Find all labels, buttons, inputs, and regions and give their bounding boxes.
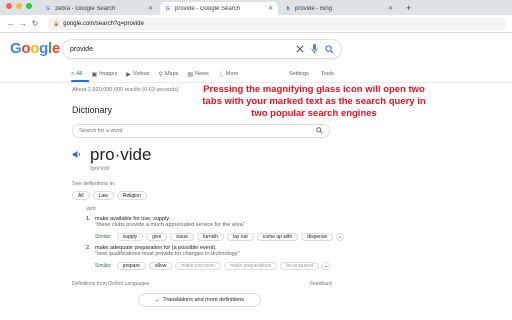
dictionary-heading: Dictionary — [72, 105, 113, 115]
definition-chips: All Law Religion — [72, 191, 147, 200]
sense-example: "new qualifications must provide for cha… — [95, 251, 240, 257]
close-window-button[interactable] — [6, 2, 12, 9]
microphone-icon[interactable] — [311, 44, 318, 54]
similar-chip[interactable]: dispense — [301, 233, 334, 241]
google-logo[interactable]: Google — [10, 40, 60, 57]
tab-label: News — [195, 71, 209, 77]
feedback-link[interactable]: Feedback — [310, 281, 332, 287]
browser-chrome: G zebra - Google Search ✕ G provide - Go… — [0, 0, 512, 33]
similar-chip[interactable]: give — [146, 233, 168, 241]
tab-news[interactable]: ▤ News — [187, 71, 208, 78]
google-g-icon: G — [46, 5, 50, 12]
tab-title: provide - Google Search — [175, 5, 241, 12]
close-tab-icon[interactable]: ✕ — [388, 5, 393, 12]
see-definitions-label: See definitions in: — [72, 181, 116, 187]
sense-number: 1. — [86, 216, 91, 222]
more-definitions-button[interactable]: ⌄ Translations and more definitions — [138, 293, 261, 307]
chevron-down-icon[interactable]: ⌄ — [322, 262, 331, 270]
nav-divider — [0, 82, 512, 83]
tab-label: All — [76, 71, 83, 77]
similar-chip[interactable]: furnish — [197, 233, 225, 241]
tab-label: Images — [99, 71, 118, 77]
similar-chip[interactable]: make preparations — [223, 262, 278, 270]
close-tab-icon[interactable]: ✕ — [148, 5, 153, 12]
tab-images[interactable]: ▣ Images — [92, 71, 118, 78]
news-icon: ▤ — [187, 71, 194, 78]
reload-icon[interactable]: ↻ — [29, 19, 41, 28]
search-icon: ⌕ — [71, 70, 75, 77]
similar-chip[interactable]: make provision — [175, 262, 221, 270]
settings-link[interactable]: Settings — [289, 71, 309, 77]
definitions-source[interactable]: Definitions from Oxford Languages — [72, 281, 149, 287]
address-bar[interactable]: 🔒 google.com/search?q=provide — [47, 17, 507, 30]
tab-label: More — [225, 71, 239, 77]
similar-chip[interactable]: lay out — [227, 233, 254, 241]
url-text: google.com/search?q=provide — [63, 20, 144, 27]
tab-all[interactable]: ⌕ All — [71, 71, 83, 78]
map-pin-icon: ⚲ — [158, 71, 163, 78]
word-search-box[interactable]: Search for a word — [72, 124, 330, 138]
browser-toolbar: ← → ↻ 🔒 google.com/search?q=provide — [0, 15, 512, 33]
video-icon: ▶ — [126, 71, 131, 78]
google-g-icon: G — [166, 5, 170, 12]
chevron-down-icon: ⌄ — [154, 297, 160, 303]
similar-row-1: Similar: supply give issue furnish lay o… — [95, 233, 345, 241]
search-icon[interactable] — [316, 126, 323, 136]
window-controls — [0, 0, 40, 15]
phonetic: /prə'vīd/ — [90, 166, 110, 172]
lock-icon: 🔒 — [53, 20, 60, 27]
search-icon[interactable] — [325, 44, 334, 54]
sense-number: 2. — [86, 245, 91, 251]
tab-provide-bing[interactable]: b provide - Bing ✕ — [280, 2, 398, 15]
search-box[interactable]: provide — [62, 39, 342, 59]
similar-label: Similar: — [95, 234, 112, 240]
more-vertical-icon: ⋮ — [217, 71, 224, 78]
sense-example: "these clubs provide a much appreciated … — [95, 222, 245, 228]
tab-title: provide - Bing — [295, 5, 333, 12]
tab-more[interactable]: ⋮ More — [218, 71, 239, 78]
zoom-window-button[interactable] — [26, 2, 32, 9]
chip-all[interactable]: All — [72, 191, 90, 200]
chip-law[interactable]: Law — [92, 191, 114, 200]
minimize-window-button[interactable] — [16, 2, 22, 9]
clear-icon[interactable] — [296, 45, 304, 53]
bing-b-icon: b — [286, 5, 290, 12]
similar-label: Similar: — [95, 263, 112, 269]
tab-label: Videos — [132, 71, 150, 77]
chevron-down-icon[interactable]: ⌄ — [336, 233, 345, 241]
tools-link[interactable]: Tools — [321, 71, 334, 77]
similar-chip[interactable]: prepare — [116, 262, 146, 270]
similar-chip[interactable]: supply — [116, 233, 144, 241]
tab-maps[interactable]: ⚲ Maps — [159, 71, 179, 78]
tab-provide-google[interactable]: G provide - Google Search ✕ — [160, 2, 278, 15]
tab-label: Maps — [164, 71, 179, 77]
image-icon: ▣ — [91, 71, 98, 78]
similar-row-2: Similar: prepare allow make provision ma… — [95, 262, 331, 270]
word-search-input[interactable]: Search for a word — [79, 128, 316, 134]
result-stats: About 2,920,000,000 results (0.63 second… — [72, 87, 179, 93]
search-tools: Settings Tools — [289, 68, 346, 80]
similar-chip[interactable]: allow — [148, 262, 173, 270]
google-header: Google provide — [0, 33, 512, 65]
speaker-icon[interactable] — [72, 150, 81, 161]
headword: pro·vide — [90, 145, 152, 164]
tab-strip: G zebra - Google Search ✕ G provide - Go… — [0, 0, 512, 15]
tab-title: zebra - Google Search — [55, 5, 116, 12]
more-definitions-label: Translations and more definitions — [163, 297, 244, 303]
chip-religion[interactable]: Religion — [116, 191, 147, 200]
close-tab-icon[interactable]: ✕ — [268, 5, 273, 12]
search-input[interactable]: provide — [70, 46, 289, 53]
tab-zebra[interactable]: G zebra - Google Search ✕ — [40, 2, 158, 15]
similar-chip[interactable]: come up with — [256, 233, 299, 241]
part-of-speech: verb — [86, 206, 96, 212]
tab-videos[interactable]: ▶ Videos — [126, 71, 149, 78]
similar-chip[interactable]: be prepared — [280, 262, 320, 270]
back-arrow-icon[interactable]: ← — [5, 19, 17, 28]
similar-chip[interactable]: issue — [170, 233, 194, 241]
forward-arrow-icon[interactable]: → — [17, 19, 29, 28]
annotation-text: Pressing the magnifying glass icon will … — [202, 84, 426, 119]
new-tab-button[interactable]: + — [400, 3, 415, 15]
